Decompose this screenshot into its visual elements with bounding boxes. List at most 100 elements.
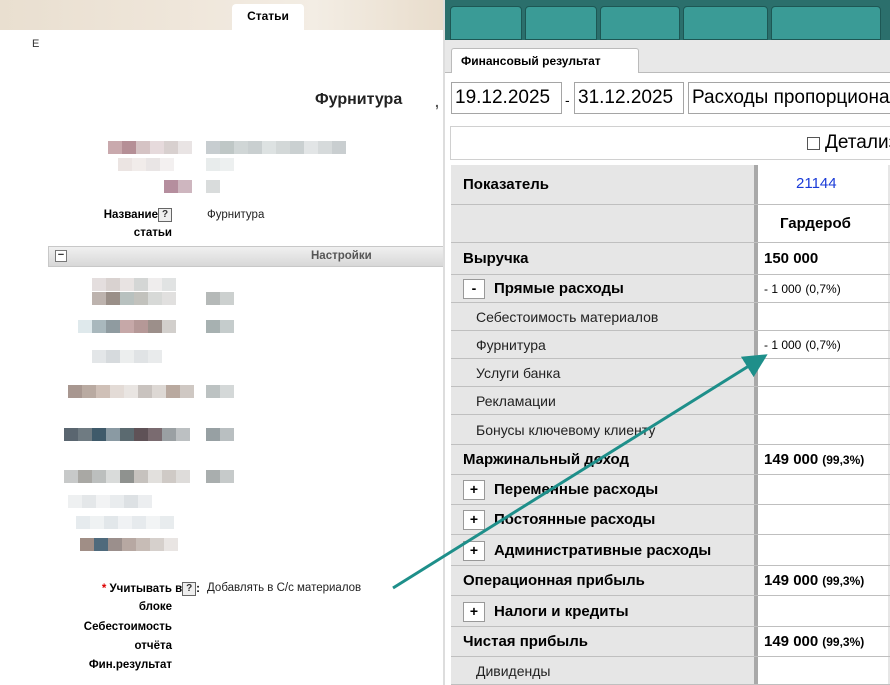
row-label: Себестоимость материалов [476, 309, 659, 325]
financial-result-panel: Финансовый результат 19.12.2025 - 31.12.… [443, 0, 890, 685]
table-row: Операционная прибыль 149 000 (99,3%) [451, 566, 890, 596]
date-to-input[interactable]: 31.12.2025 [574, 82, 684, 114]
redacted-text [164, 180, 192, 193]
expand-icon[interactable]: + [463, 480, 485, 500]
table-row: Рекламации [451, 387, 890, 415]
help-icon[interactable]: ? [158, 207, 172, 222]
table-row: Маржинальный доход 149 000 (99,3%) [451, 445, 890, 475]
value-percent: (0,7%) [805, 338, 841, 352]
table-row: Дивиденды [451, 657, 890, 685]
row-label: Чистая прибыль [463, 633, 588, 650]
row-value[interactable]: - 1 000 (0,7%) [764, 338, 841, 352]
row-label: Услуги банка [476, 365, 561, 381]
row-value[interactable]: 149 000 (99,3%) [764, 572, 864, 589]
redacted-text [118, 158, 174, 171]
module-tab[interactable] [600, 6, 680, 40]
settings-label: Настройки [311, 250, 372, 262]
help-icon[interactable]: ? [182, 581, 197, 596]
row-label[interactable]: Налоги и кредиты [494, 603, 629, 620]
redacted-text [206, 158, 234, 171]
redacted-text [92, 278, 176, 291]
value-percent: (99,3%) [822, 574, 865, 588]
date-separator: - [565, 92, 570, 108]
column-id-link[interactable]: 21144 [796, 175, 837, 192]
module-tab[interactable] [683, 6, 768, 40]
header-indicator-label: Показатель [463, 176, 550, 193]
redacted-text [206, 428, 234, 441]
article-name-value[interactable]: Фурнитура [207, 209, 264, 221]
redacted-text [92, 292, 176, 305]
detail-checkbox[interactable] [807, 137, 820, 150]
table-row: Фурнитура - 1 000 (0,7%) [451, 331, 890, 359]
value-amount: 149 000 [764, 633, 819, 650]
module-tab[interactable] [771, 6, 881, 40]
article-heading: Фурнитура [315, 91, 403, 108]
article-heading-tail: , [435, 94, 439, 110]
row-label[interactable]: Прямые расходы [494, 280, 624, 297]
module-tab[interactable] [525, 6, 597, 40]
redacted-text [68, 495, 152, 508]
table-header-row: Гардероб [451, 205, 890, 243]
row-value[interactable]: 149 000 (99,3%) [764, 451, 864, 468]
detail-toolbar: Детализация [450, 126, 890, 160]
expand-icon[interactable]: + [463, 541, 485, 561]
value-amount: 150 000 [764, 250, 819, 267]
account-in-block-label-line2: блоке [138, 601, 172, 613]
module-tab[interactable] [450, 6, 522, 40]
article-name-label-line2: статьи [133, 227, 172, 239]
column-name-header: Гардероб [780, 215, 851, 232]
row-label[interactable]: Административные расходы [494, 542, 711, 559]
article-editor-panel: Статьи E Название? статьи Фурнитура − На… [0, 0, 450, 685]
collapse-icon[interactable]: - [463, 279, 485, 299]
truncated-text: E [32, 38, 40, 50]
redacted-text [92, 350, 162, 363]
redacted-text [64, 428, 190, 441]
row-value[interactable]: 149 000 (99,3%) [764, 633, 864, 650]
redacted-text [206, 141, 346, 154]
redacted-text [206, 320, 234, 333]
redacted-text [206, 180, 220, 193]
redacted-text [206, 385, 234, 398]
value-percent: (99,3%) [822, 635, 865, 649]
row-label: Рекламации [476, 393, 556, 409]
table-row: + Переменные расходы [451, 475, 890, 505]
expand-icon[interactable]: + [463, 602, 485, 622]
account-in-block-label-line5: Фин.результат [88, 659, 172, 671]
expand-icon[interactable]: + [463, 510, 485, 530]
expense-mode-select[interactable]: Расходы пропорционально [688, 82, 890, 114]
row-label: Фурнитура [476, 337, 546, 353]
tab-financial-result[interactable]: Финансовый результат [451, 48, 639, 73]
value-amount: 149 000 [764, 451, 819, 468]
row-label[interactable]: Постоянные расходы [494, 511, 655, 528]
detail-label: Детализация [825, 132, 890, 153]
tab-articles[interactable]: Статьи [232, 4, 304, 30]
value-amount: - 1 000 [764, 338, 802, 352]
top-tab-strip [0, 0, 450, 30]
row-value[interactable]: 150 000 [764, 250, 818, 267]
row-label: Бонусы ключевому клиенту [476, 422, 656, 438]
report-tab-bar: Финансовый результат [445, 40, 890, 73]
value-amount: - 1 000 [764, 282, 802, 296]
module-tab-bar [445, 0, 890, 40]
row-value[interactable]: - 1 000 (0,7%) [764, 282, 841, 296]
row-label[interactable]: Переменные расходы [494, 481, 658, 498]
account-in-block-value[interactable]: Добавлять в С/с материалов [207, 582, 361, 594]
table-row: + Постоянные расходы [451, 505, 890, 535]
redacted-text [108, 141, 192, 154]
redacted-text [68, 385, 194, 398]
required-mark: * [101, 583, 107, 595]
table-row: Услуги банка [451, 359, 890, 387]
row-label: Операционная прибыль [463, 572, 645, 589]
account-in-block-label: * Учитывать в?: [101, 581, 200, 596]
collapse-icon[interactable]: − [55, 250, 67, 262]
date-from-input[interactable]: 19.12.2025 [451, 82, 562, 114]
table-row: + Административные расходы [451, 535, 890, 566]
value-amount: 149 000 [764, 572, 819, 589]
account-in-block-label-line4: отчёта [134, 640, 172, 652]
redacted-text [206, 292, 234, 305]
settings-section-header[interactable]: − Настройки [48, 246, 448, 267]
redacted-text [206, 470, 234, 483]
account-in-block-label-line3: Себестоимость [83, 621, 172, 633]
table-row: + Налоги и кредиты [451, 596, 890, 627]
redacted-text [76, 516, 174, 529]
